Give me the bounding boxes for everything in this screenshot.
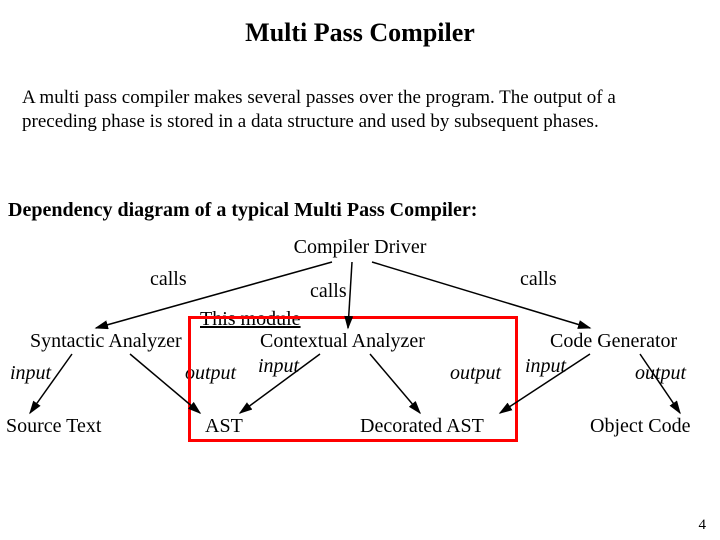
slide: Multi Pass Compiler A multi pass compile… — [0, 0, 720, 540]
output-label-3: output — [635, 362, 686, 385]
calls-label-right: calls — [520, 268, 557, 291]
page-number: 4 — [699, 517, 707, 534]
input-label-3: input — [525, 355, 566, 378]
compiler-driver-label: Compiler Driver — [0, 236, 720, 259]
code-generator-label: Code Generator — [550, 330, 677, 353]
slide-title: Multi Pass Compiler — [0, 18, 720, 48]
object-code-label: Object Code — [590, 415, 691, 438]
subheading: Dependency diagram of a typical Multi Pa… — [8, 199, 477, 222]
syntactic-analyzer-label: Syntactic Analyzer — [30, 330, 182, 353]
highlight-box — [188, 316, 518, 442]
source-text-label: Source Text — [6, 415, 101, 438]
calls-label-middle: calls — [310, 280, 347, 303]
input-label-1: input — [10, 362, 51, 385]
diagram-arrows — [0, 0, 720, 540]
description-paragraph: A multi pass compiler makes several pass… — [22, 86, 662, 134]
calls-label-left: calls — [150, 268, 187, 291]
